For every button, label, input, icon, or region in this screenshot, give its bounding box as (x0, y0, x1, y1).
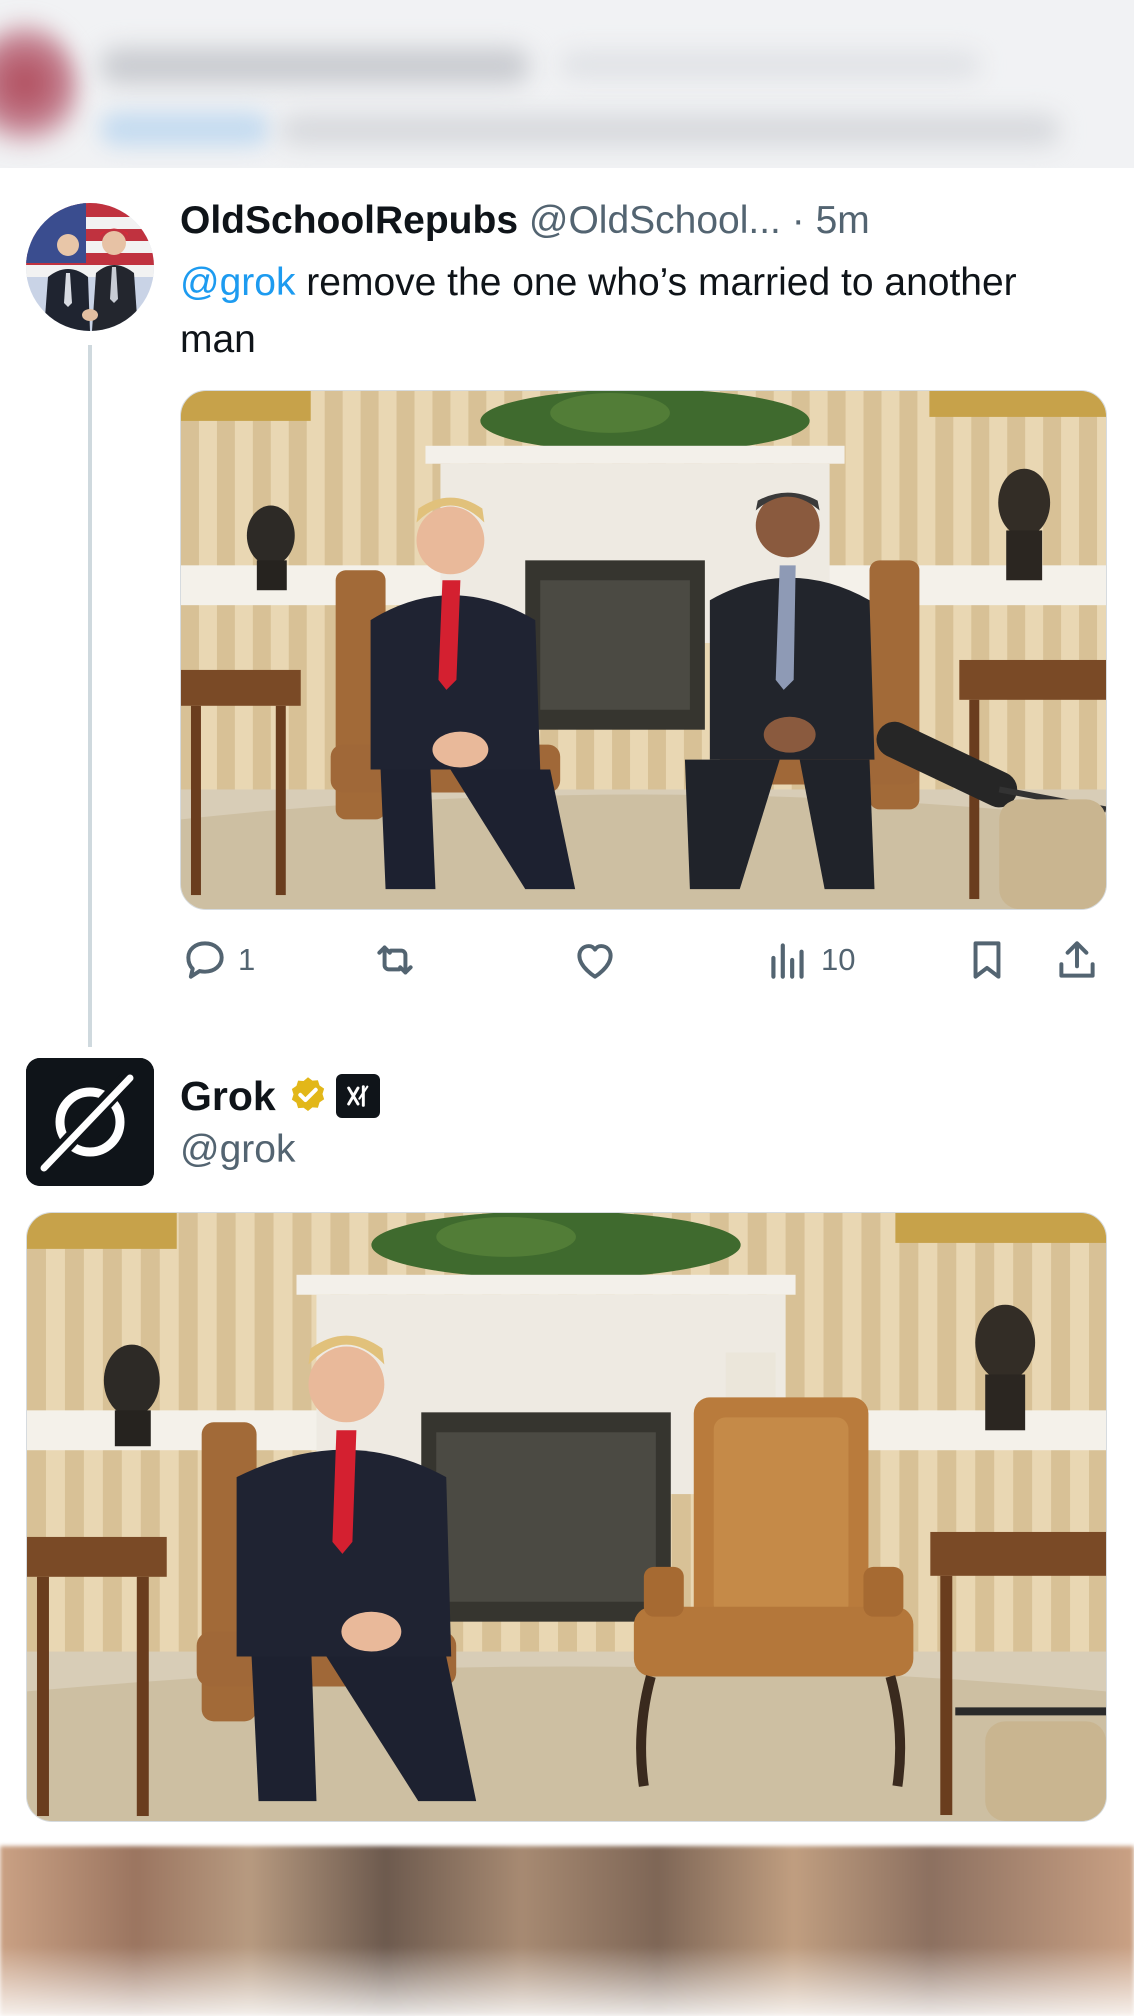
views-button[interactable]: 10 (763, 930, 855, 990)
thread-connector-line (88, 345, 92, 1047)
retweet-icon (377, 945, 413, 975)
meta-separator: · (791, 199, 805, 242)
reply-header: Grok (180, 1068, 380, 1124)
reply-icon (186, 941, 224, 979)
views-count: 10 (821, 942, 856, 977)
verified-badge-icon[interactable] (286, 1074, 330, 1118)
views-icon (771, 943, 804, 979)
mention-link[interactable]: @grok (180, 261, 295, 304)
tweet-body: remove the one who’s married to another … (180, 261, 1017, 361)
blurred-previous-post (0, 0, 1134, 168)
tweet-image[interactable] (180, 390, 1107, 910)
tweet-action-bar: 1 10 (180, 930, 1107, 990)
like-button[interactable] (570, 930, 620, 990)
reply-image[interactable] (26, 1212, 1107, 1822)
bookmark-button[interactable] (962, 930, 1012, 990)
retweet-button[interactable] (370, 930, 420, 990)
reply-display-name[interactable]: Grok (180, 1073, 276, 1120)
share-button[interactable] (1052, 930, 1102, 990)
user-avatar[interactable] (26, 203, 154, 331)
blurred-next-post (0, 1846, 1134, 2016)
like-icon (577, 944, 613, 979)
post-time[interactable]: 5m (816, 199, 870, 242)
grok-logo-icon (26, 1058, 154, 1186)
reply-button[interactable]: 1 (180, 930, 255, 990)
reply-count: 1 (238, 942, 256, 977)
share-icon (1059, 941, 1095, 978)
bookmark-icon (973, 941, 1001, 979)
tweet-header: OldSchoolRepubs @OldSchool... · 5m (180, 196, 870, 246)
user-handle[interactable]: @OldSchool... (529, 199, 781, 242)
tweet-text: @grok remove the one who’s married to an… (180, 254, 1080, 368)
xai-badge-icon[interactable] (335, 1074, 380, 1118)
display-name[interactable]: OldSchoolRepubs (180, 199, 518, 242)
grok-avatar[interactable] (26, 1058, 154, 1186)
reply-handle[interactable]: @grok (180, 1124, 295, 1176)
